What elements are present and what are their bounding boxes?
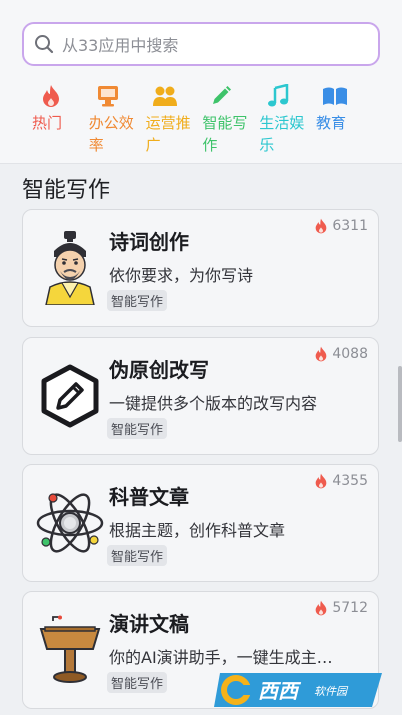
category-label: 教育 [315,114,346,132]
search-placeholder: 从33应用中搜索 [62,36,179,55]
card-tag: 智能写作 [107,418,168,439]
fire-icon [314,218,328,234]
category-label: 智能写作 [202,114,248,154]
category-label: 生活娱乐 [259,114,305,154]
fire-icon [38,84,64,108]
usage-count-value: 5712 [332,600,368,616]
card-tag: 智能写作 [107,672,168,693]
usage-count: 5712 [314,600,368,616]
fire-icon [314,600,328,616]
category-hot[interactable]: 热门 [32,84,88,156]
category-label: 运营推广 [145,114,191,154]
people-icon [152,84,178,108]
app-card-poetry[interactable]: 诗词创作 依你要求，为你写诗 智能写作 6311 [22,209,379,327]
pencil-icon [208,84,234,108]
category-writing[interactable]: 智能写作 [202,84,258,156]
category-operation[interactable]: 运营推广 [146,84,202,156]
category-education[interactable]: 教育 [316,84,372,156]
usage-count-value: 4088 [332,346,368,362]
search-bar[interactable]: 从33应用中搜索 [22,22,380,66]
music-icon [265,84,291,108]
watermark-text: 西西 [258,679,298,703]
watermark-subtext: 软件园 [314,685,347,698]
atom-icon [35,485,105,561]
watermark-logo: 西西 软件园 [212,667,388,711]
fire-icon [314,473,328,489]
card-title: 科普文章 [109,485,189,509]
poet-avatar-icon [35,230,105,306]
card-title: 演讲文稿 [109,612,189,636]
scrollbar[interactable] [398,366,402,442]
app-card-rewrite[interactable]: 伪原创改写 一键提供多个版本的改写内容 智能写作 4088 [22,337,379,455]
card-title: 伪原创改写 [109,358,209,382]
card-description: 依你要求，为你写诗 [109,266,254,285]
category-office[interactable]: 办公效率 [89,84,145,156]
usage-count-value: 6311 [332,218,368,234]
section-title: 智能写作 [22,178,111,203]
card-description: 一键提供多个版本的改写内容 [109,394,318,413]
category-life[interactable]: 生活娱乐 [259,84,315,156]
card-tag: 智能写作 [107,290,168,311]
edit-hexagon-icon [35,358,105,434]
fire-icon [314,346,328,362]
card-tag: 智能写作 [107,545,168,566]
app-card-science[interactable]: 科普文章 根据主题，创作科普文章 智能写作 4355 [22,464,379,582]
category-bar: 热门 办公效率 运营推广 智能写作 生活娱乐 教育 [22,84,380,156]
category-label: 热门 [32,114,63,132]
book-icon [322,84,348,108]
search-icon [34,34,54,54]
top-bar: 从33应用中搜索 热门 办公效率 运营推广 智能写作 生活娱乐 教育 [0,0,402,164]
monitor-icon [95,84,121,108]
category-label: 办公效率 [88,114,134,154]
usage-count-value: 4355 [332,473,368,489]
card-description: 你的AI演讲助手，一键生成主… [109,648,333,667]
card-description: 根据主题，创作科普文章 [109,521,286,540]
usage-count: 4088 [314,346,368,362]
usage-count: 4355 [314,473,368,489]
usage-count: 6311 [314,218,368,234]
card-title: 诗词创作 [109,230,189,254]
podium-icon [35,612,105,688]
